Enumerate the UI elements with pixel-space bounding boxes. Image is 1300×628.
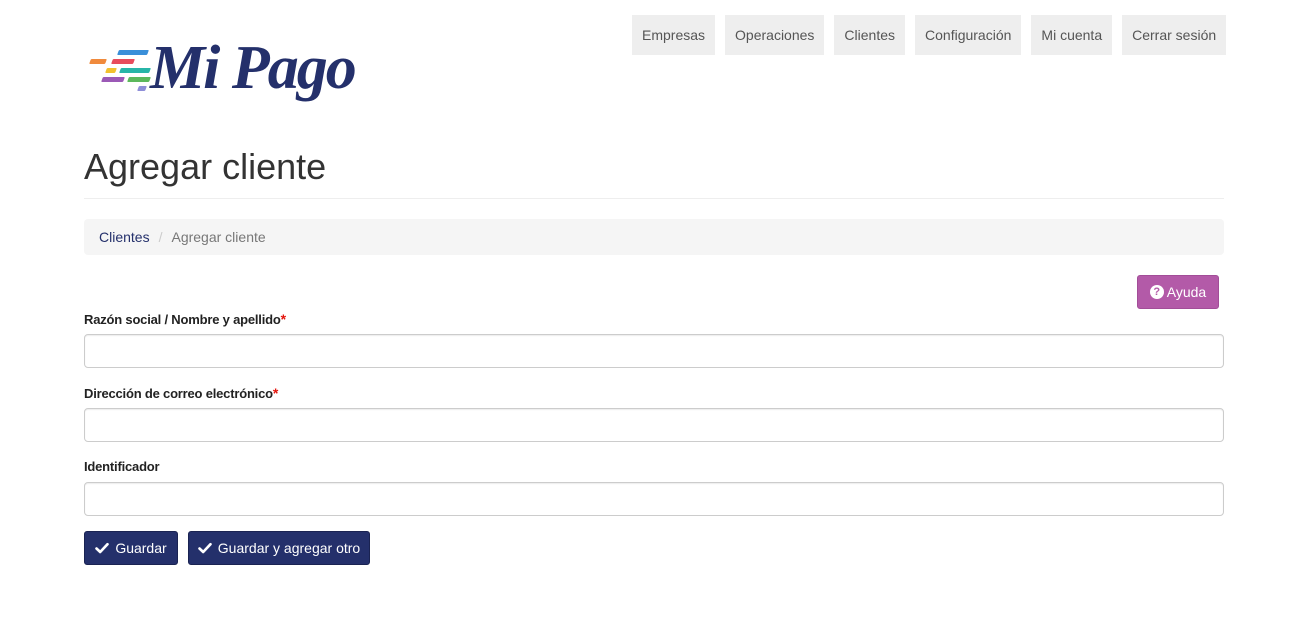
logo-bars-icon bbox=[88, 42, 156, 92]
breadcrumb-link-clientes[interactable]: Clientes bbox=[99, 229, 150, 245]
nav-cerrar-sesion[interactable]: Cerrar sesión bbox=[1122, 15, 1227, 55]
top-nav: Empresas Operaciones Clientes Configurac… bbox=[632, 15, 1227, 55]
email-label-text: Dirección de correo electrónico bbox=[84, 386, 273, 401]
save-and-add-button[interactable]: Guardar y agregar otro bbox=[188, 531, 370, 565]
help-button[interactable]: ? Ayuda bbox=[1137, 275, 1219, 309]
check-icon bbox=[197, 542, 212, 554]
required-asterisk: * bbox=[272, 385, 279, 401]
breadcrumb: Clientes / Agregar cliente bbox=[84, 219, 1224, 255]
check-icon bbox=[95, 542, 110, 554]
breadcrumb-separator: / bbox=[158, 229, 163, 245]
nav-mi-cuenta[interactable]: Mi cuenta bbox=[1031, 15, 1113, 55]
name-label-text: Razón social / Nombre y apellido bbox=[84, 312, 281, 327]
title-divider bbox=[84, 198, 1224, 199]
name-input[interactable] bbox=[84, 334, 1224, 368]
save-button[interactable]: Guardar bbox=[84, 531, 178, 565]
nav-clientes[interactable]: Clientes bbox=[834, 15, 906, 55]
email-label: Dirección de correo electrónico* bbox=[84, 385, 278, 401]
mipago-logo[interactable]: Mi Pago bbox=[88, 28, 388, 106]
identifier-label: Identificador bbox=[84, 459, 160, 474]
save-button-label: Guardar bbox=[115, 540, 167, 556]
required-asterisk: * bbox=[280, 311, 286, 327]
name-label: Razón social / Nombre y apellido* bbox=[84, 311, 286, 327]
help-button-label: Ayuda bbox=[1166, 284, 1207, 300]
nav-empresas[interactable]: Empresas bbox=[632, 15, 716, 55]
email-input[interactable] bbox=[84, 408, 1224, 442]
nav-operaciones[interactable]: Operaciones bbox=[725, 15, 825, 55]
nav-configuracion[interactable]: Configuración bbox=[915, 15, 1022, 55]
question-circle-icon: ? bbox=[1149, 285, 1164, 299]
save-and-add-button-label: Guardar y agregar otro bbox=[217, 540, 361, 556]
identifier-label-text: Identificador bbox=[84, 459, 160, 474]
logo-text: Mi Pago bbox=[150, 34, 357, 102]
identifier-input[interactable] bbox=[84, 482, 1224, 516]
page-title: Agregar cliente bbox=[84, 146, 327, 187]
breadcrumb-current: Agregar cliente bbox=[171, 229, 266, 245]
